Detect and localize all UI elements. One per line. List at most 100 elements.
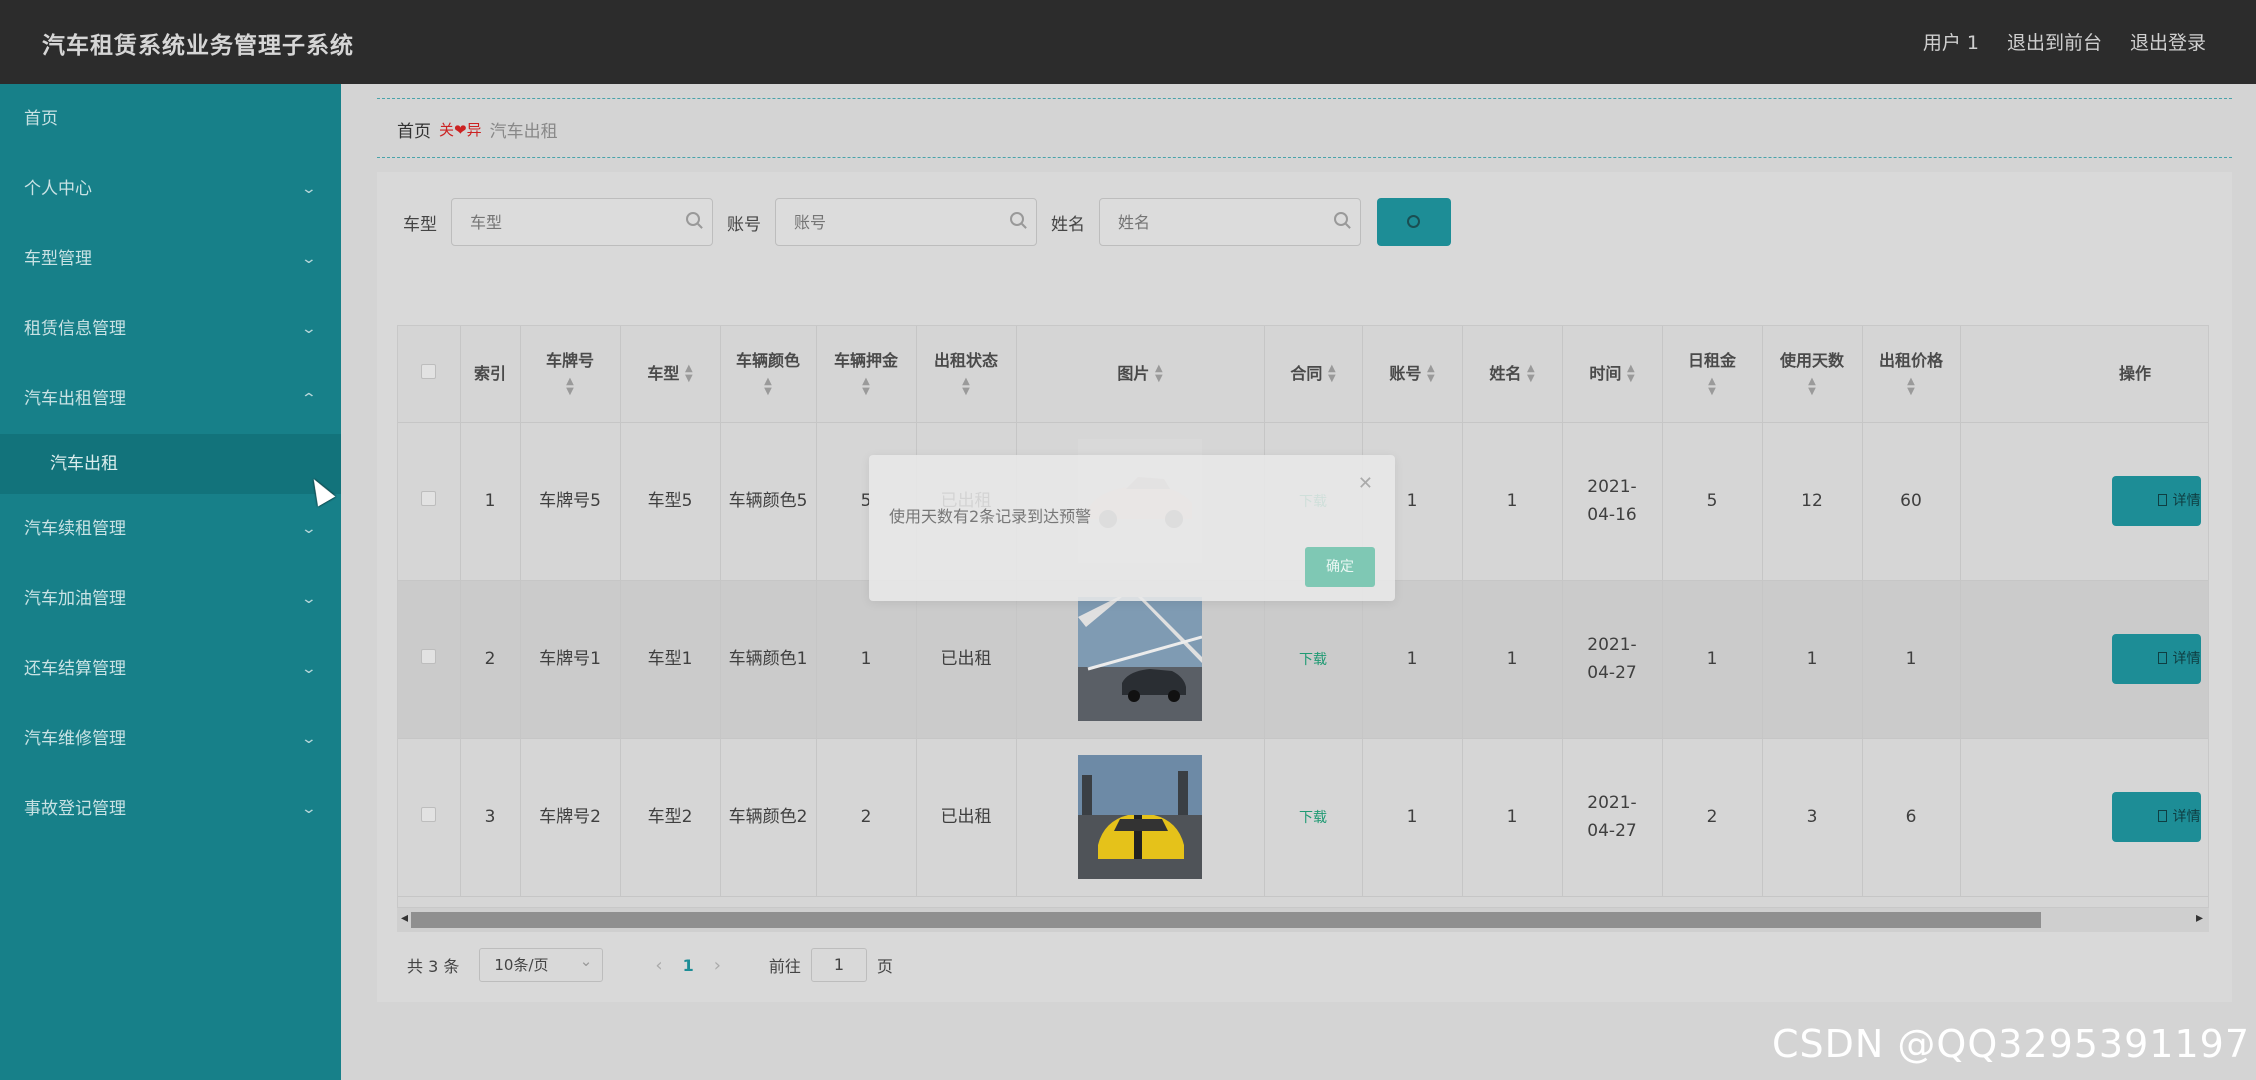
sort-icon[interactable]: ▲ ▼	[1527, 364, 1535, 384]
cell-type: 车型2	[620, 738, 721, 897]
header-label: 车型	[647, 363, 680, 383]
row-checkbox[interactable]	[421, 807, 437, 822]
cell-action: 详情续租	[1960, 738, 2210, 897]
goto-page-input[interactable]: 1	[810, 948, 867, 982]
sort-icon[interactable]: ▲ ▼	[962, 377, 970, 397]
header-label: 日租金	[1687, 350, 1736, 370]
name-input[interactable]	[1100, 199, 1360, 245]
cell-days: 12	[1762, 422, 1863, 581]
sidebar-item-rental-info[interactable]: 租赁信息管理 ⌄	[0, 294, 341, 364]
col-contract[interactable]: 合同 ▲ ▼	[1264, 326, 1363, 423]
col-account[interactable]: 账号 ▲ ▼	[1362, 326, 1463, 423]
header-label: 索引	[473, 363, 506, 383]
document-icon	[2157, 810, 2167, 822]
button-label: 详情	[2172, 651, 2201, 667]
app-title: 汽车租赁系统业务管理子系统	[42, 33, 354, 59]
col-price[interactable]: 出租价格 ▲ ▼	[1862, 326, 1961, 423]
sidebar-item-accident[interactable]: 事故登记管理 ⌄	[0, 774, 341, 844]
sidebar-item-repair[interactable]: 汽车维修管理 ⌄	[0, 704, 341, 774]
select-all-cell	[398, 326, 461, 423]
breadcrumb-home[interactable]: 首页	[397, 117, 431, 142]
sidebar-item-return[interactable]: 还车结算管理 ⌄	[0, 634, 341, 704]
sort-icon[interactable]: ▲ ▼	[1328, 364, 1336, 384]
row-checkbox[interactable]	[421, 649, 437, 664]
sidebar-item-refuel[interactable]: 汽车加油管理 ⌄	[0, 564, 341, 634]
page-number[interactable]: 1	[683, 956, 694, 975]
sort-icon[interactable]: ▲ ▼	[1627, 364, 1635, 384]
account-input[interactable]	[776, 199, 1036, 245]
scrollbar-thumb[interactable]	[411, 912, 2041, 928]
col-image[interactable]: 图片 ▲ ▼	[1016, 326, 1265, 423]
close-icon[interactable]: ✕	[1358, 473, 1373, 494]
sidebar-item-home[interactable]: 首页	[0, 84, 341, 154]
col-index: 索引	[460, 326, 521, 423]
horizontal-scrollbar[interactable]: ◂ ▸	[397, 908, 2209, 932]
row-select-cell	[398, 580, 461, 739]
search-icon	[686, 212, 700, 226]
page-size-select[interactable]: 10条/页	[479, 945, 604, 982]
cell-price: 1	[1862, 580, 1961, 739]
renew-button[interactable]: 续租	[2209, 792, 2210, 842]
car-type-input[interactable]	[452, 199, 712, 245]
scroll-right-icon[interactable]: ▸	[2196, 910, 2203, 926]
sort-icon[interactable]: ▲ ▼	[1907, 377, 1915, 397]
breadcrumb: 首页 关❤异 汽车出租	[397, 117, 558, 142]
sort-icon[interactable]: ▲ ▼	[764, 377, 772, 397]
row-checkbox[interactable]	[421, 491, 437, 506]
next-page-icon[interactable]: ›	[714, 955, 721, 976]
renew-button[interactable]: 续租	[2209, 476, 2210, 526]
detail-button[interactable]: 详情	[2111, 634, 2201, 684]
col-deposit[interactable]: 车辆押金 ▲ ▼	[816, 326, 917, 423]
logout-link[interactable]: 退出登录	[2130, 28, 2206, 55]
sort-icon[interactable]: ▲ ▼	[1427, 364, 1435, 384]
sidebar-item-label: 汽车出租管理	[24, 389, 126, 409]
sort-icon[interactable]: ▲ ▼	[1155, 364, 1163, 384]
confirm-button[interactable]: 确定	[1305, 547, 1375, 587]
sort-icon[interactable]: ▲ ▼	[685, 364, 693, 384]
sidebar-item-car-rental[interactable]: 汽车出租管理 ⌃	[0, 364, 341, 434]
cell-status: 已出租	[916, 738, 1017, 897]
sidebar-item-renewal[interactable]: 汽车续租管理 ⌄	[0, 494, 341, 564]
prev-page-icon[interactable]: ‹	[655, 955, 662, 976]
detail-button[interactable]: 详情	[2111, 476, 2201, 526]
detail-button[interactable]: 详情	[2111, 792, 2201, 842]
name-label: 姓名	[1051, 214, 1085, 235]
watermark: CSDN @QQ3295391197	[1771, 1022, 2250, 1066]
header-label: 车辆押金	[833, 350, 898, 370]
sort-icon[interactable]: ▲ ▼	[1808, 377, 1816, 397]
header-label: 出租价格	[1878, 350, 1943, 370]
sort-icon[interactable]: ▲ ▼	[1708, 377, 1716, 397]
header-label: 账号	[1389, 363, 1422, 383]
sidebar-item-label: 租赁信息管理	[24, 319, 126, 339]
col-plate[interactable]: 车牌号 ▲ ▼	[520, 326, 621, 423]
exit-to-front-link[interactable]: 退出到前台	[2007, 28, 2102, 55]
col-name[interactable]: 姓名 ▲ ▼	[1462, 326, 1563, 423]
sort-icon[interactable]: ▲ ▼	[862, 377, 870, 397]
sidebar-subitem-car-rental[interactable]: 汽车出租	[0, 434, 341, 494]
download-link[interactable]: 下载	[1299, 652, 1327, 668]
renew-button[interactable]: 续租	[2209, 634, 2210, 684]
user-menu[interactable]: 用户 1	[1923, 28, 1979, 55]
account-label: 账号	[727, 214, 761, 235]
search-icon	[1010, 212, 1024, 226]
col-type[interactable]: 车型 ▲ ▼	[620, 326, 721, 423]
col-days[interactable]: 使用天数 ▲ ▼	[1762, 326, 1863, 423]
warning-dialog: ✕ 使用天数有2条记录到达预警 确定	[869, 455, 1395, 601]
col-color[interactable]: 车辆颜色 ▲ ▼	[720, 326, 817, 423]
cell-deposit: 2	[816, 738, 917, 897]
col-time[interactable]: 时间 ▲ ▼	[1562, 326, 1663, 423]
download-link[interactable]: 下载	[1299, 810, 1327, 826]
sort-icon[interactable]: ▲ ▼	[566, 377, 574, 397]
col-status[interactable]: 出租状态 ▲ ▼	[916, 326, 1017, 423]
cell-time: 2021-04-27	[1562, 580, 1663, 739]
cell-plate: 车牌号5	[520, 422, 621, 581]
row-select-cell	[398, 738, 461, 897]
sidebar-item-personal[interactable]: 个人中心 ⌄	[0, 154, 341, 224]
search-button[interactable]	[1377, 198, 1451, 246]
scroll-left-icon[interactable]: ◂	[401, 910, 408, 926]
col-daily-rent[interactable]: 日租金 ▲ ▼	[1662, 326, 1763, 423]
select-all-checkbox[interactable]	[421, 363, 437, 379]
cell-index: 1	[460, 422, 521, 581]
chevron-down-icon: ⌄	[300, 591, 318, 607]
sidebar-item-car-type[interactable]: 车型管理 ⌄	[0, 224, 341, 294]
